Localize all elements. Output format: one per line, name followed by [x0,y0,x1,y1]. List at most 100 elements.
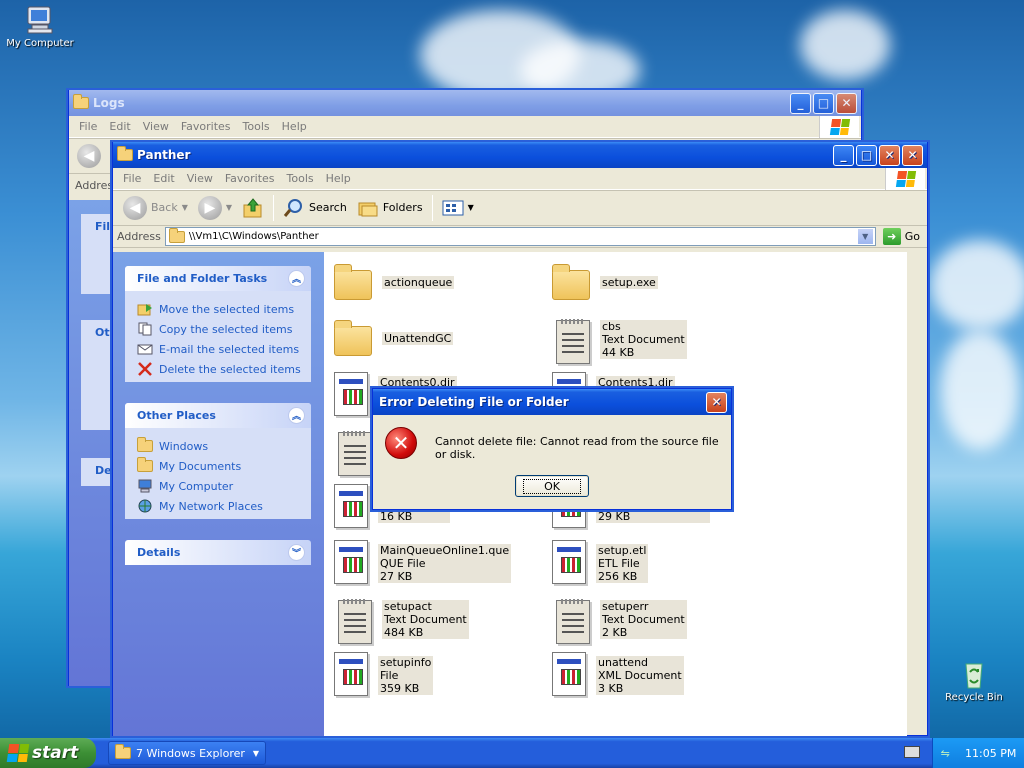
menu-view[interactable]: View [137,120,175,133]
menu-tools[interactable]: Tools [281,172,320,185]
up-folder-button[interactable] [238,195,268,221]
address-bar: Address \\Vm1\C\Windows\Panther ▼ ➜ Go [113,226,927,248]
folder-icon [334,320,372,356]
dialog-titlebar[interactable]: Error Deleting File or Folder ✕ [373,389,731,415]
toolbar: ◀ Back ▼ ▶ ▼ Search Folders ▼ [113,190,927,226]
file-item[interactable]: MainQueueOnline1.que QUE File 27 KB [334,540,544,584]
menu-bar: File Edit View Favorites Tools Help [69,116,861,138]
my-computer-desktop-icon[interactable]: My Computer [0,4,80,49]
menu-help[interactable]: Help [276,120,313,133]
file-item[interactable]: setupact Text Document 484 KB [338,596,548,644]
folder-icon [137,437,153,452]
xml-document-icon [552,652,586,696]
panel-header[interactable]: Details ︾ [125,540,311,565]
close-button[interactable]: ✕ [879,144,900,166]
my-documents-icon [137,457,153,472]
back-label: Back [151,201,178,214]
views-button[interactable]: ▼ [438,197,478,219]
file-name: setuperr [602,600,649,613]
start-button[interactable]: start [0,738,96,768]
minimize-button[interactable]: _ [833,144,854,166]
taskbar-group-button[interactable]: 7 Windows Explorer ▼ [108,741,266,765]
address-input[interactable]: \\Vm1\C\Windows\Panther ▼ [164,227,876,246]
menu-help[interactable]: Help [320,172,357,185]
error-dialog[interactable]: Error Deleting File or Folder ✕ ✕ Cannot… [372,388,732,510]
maximize-button[interactable]: □ [856,144,877,166]
file-item[interactable]: setup.exe [552,264,762,300]
maximize-button[interactable]: □ [813,92,834,114]
back-arrow-icon: ◀ [123,195,147,220]
task-copy[interactable]: Copy the selected items [137,319,301,339]
place-my-computer[interactable]: My Computer [137,476,301,496]
forward-button[interactable]: ▶ ▼ [194,194,236,222]
search-button[interactable]: Search [279,195,351,221]
file-size: 359 KB [380,682,420,695]
menu-tools[interactable]: Tools [237,120,276,133]
panel-body: Windows My Documents My Computer My Netw… [125,428,311,519]
menu-favorites[interactable]: Favorites [175,120,237,133]
file-item[interactable]: setuperr Text Document 2 KB [556,596,766,644]
go-arrow-icon: ➜ [882,228,901,245]
task-label: Move the selected items [159,302,295,316]
file-item[interactable]: actionqueue [334,264,544,300]
go-button[interactable]: ➜ Go [880,228,923,245]
start-label: start [32,743,79,763]
file-item[interactable]: setupinfo File 359 KB [334,652,544,696]
back-icon[interactable]: ◀ [77,144,101,168]
file-size: 256 KB [598,570,638,583]
file-name: setup.etl [598,544,647,557]
file-item[interactable]: setup.etl ETL File 256 KB [552,540,762,584]
chevron-down-icon: ▼ [181,203,188,212]
logs-titlebar[interactable]: Logs _ □ ✕ [69,90,861,116]
place-my-documents[interactable]: My Documents [137,456,301,476]
keyboard-icon[interactable] [904,746,920,758]
file-item[interactable]: UnattendGC [334,320,544,356]
recycle-bin-desktop-icon[interactable]: Recycle Bin [934,658,1014,703]
error-icon: ✕ [385,427,417,459]
ok-button[interactable]: OK [515,475,589,497]
copy-icon [138,322,152,336]
window-title: Logs [93,96,125,110]
views-icon [442,200,464,215]
close-button[interactable]: ✕ [706,391,727,413]
panel-title: Details [137,546,181,559]
menu-view[interactable]: View [181,172,219,185]
task-move[interactable]: Move the selected items [137,299,301,319]
logs-sidebar: File Oth De [69,200,121,686]
toolbar-separator [431,194,433,221]
recycle-bin-icon [958,658,990,690]
file-item[interactable]: unattend XML Document 3 KB [552,652,762,696]
panel-header[interactable]: Other Places ︽ [125,403,311,428]
menu-file[interactable]: File [117,172,147,185]
place-label: Windows [159,439,209,453]
clock[interactable]: 11:05 PM [965,747,1016,760]
menu-edit[interactable]: Edit [147,172,180,185]
task-delete[interactable]: Delete the selected items [137,359,301,379]
file-item[interactable]: cbs Text Document 44 KB [556,316,766,364]
menu-file[interactable]: File [73,120,103,133]
folders-button[interactable]: Folders [353,196,427,220]
details-panel: Details ︾ [125,540,311,565]
chevron-down-icon[interactable]: ︾ [288,544,305,561]
task-email[interactable]: E-mail the selected items [137,339,301,359]
task-pane: File and Folder Tasks ︽ Move the selecte… [113,252,324,736]
file-name: setupact [384,600,432,613]
back-button[interactable]: ◀ Back ▼ [119,194,192,222]
panel-header[interactable]: File and Folder Tasks ︽ [125,266,311,291]
network-status-icon[interactable]: ⇋ [941,747,950,760]
minimize-button[interactable]: _ [790,92,811,114]
close-button-background[interactable]: ✕ [902,144,923,166]
place-my-network[interactable]: My Network Places [137,496,301,516]
menu-favorites[interactable]: Favorites [219,172,281,185]
folder-icon [334,264,372,300]
chevron-down-icon: ▼ [225,203,233,212]
place-windows[interactable]: Windows [137,436,301,456]
chevron-up-icon[interactable]: ︽ [288,270,305,287]
panther-titlebar[interactable]: Panther _ □ ✕ ✕ [113,142,927,168]
chevron-up-icon[interactable]: ︽ [288,407,305,424]
address-dropdown-button[interactable]: ▼ [856,228,874,245]
application-file-icon [334,484,368,528]
close-button[interactable]: ✕ [836,92,857,114]
folders-icon [358,202,378,216]
menu-edit[interactable]: Edit [103,120,136,133]
